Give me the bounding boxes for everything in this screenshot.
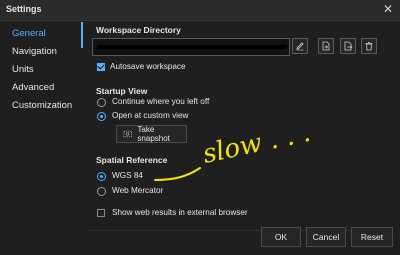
sidebar-item-customization[interactable]: Customization <box>12 100 72 111</box>
reset-button[interactable]: Reset <box>351 227 393 247</box>
sidebar: General Navigation Units Advanced Custom… <box>0 21 82 231</box>
delete-workspace-button[interactable] <box>361 38 377 54</box>
workspace-directory-title: Workspace Directory <box>96 25 181 35</box>
ok-button[interactable]: OK <box>261 227 301 247</box>
sidebar-item-general[interactable]: General <box>12 28 46 39</box>
web-mercator-radio[interactable] <box>97 187 106 196</box>
workspace-path-field[interactable] <box>92 38 290 56</box>
trash-icon <box>365 42 373 51</box>
take-snapshot-label: Take snapshot <box>137 125 170 143</box>
wgs84-radio[interactable] <box>97 172 106 181</box>
cancel-button[interactable]: Cancel <box>306 227 346 247</box>
sidebar-item-units[interactable]: Units <box>12 64 34 75</box>
startup-continue-radio[interactable] <box>97 98 106 107</box>
window-title: Settings <box>6 4 42 14</box>
underline-stroke <box>154 167 201 181</box>
export-icon <box>344 41 353 51</box>
open-workspace-button[interactable] <box>318 38 334 54</box>
startup-custom-radio[interactable] <box>97 112 106 121</box>
autosave-label: Autosave workspace <box>110 62 186 71</box>
sidebar-item-advanced[interactable]: Advanced <box>12 82 54 93</box>
startup-continue-label: Continue where you left off <box>112 97 210 106</box>
spatial-reference-title: Spatial Reference <box>96 155 168 165</box>
startup-view-title: Startup View <box>96 86 148 96</box>
handwriting-text: slow . . . <box>200 118 313 170</box>
edit-pencil-icon <box>296 42 304 51</box>
sidebar-item-navigation[interactable]: Navigation <box>12 46 57 57</box>
edit-path-button[interactable] <box>292 38 308 54</box>
footer-divider <box>88 230 393 231</box>
redaction-mark <box>96 45 288 49</box>
web-results-label: Show web results in external browser <box>112 208 248 217</box>
web-mercator-label: Web Mercator <box>112 186 164 195</box>
active-tab-indicator <box>81 22 83 48</box>
startup-custom-label: Open at custom view <box>112 111 189 120</box>
title-bar: Settings ✕ <box>0 0 400 21</box>
close-icon[interactable]: ✕ <box>383 2 393 16</box>
take-snapshot-button[interactable]: Take snapshot <box>116 125 187 143</box>
web-results-checkbox[interactable] <box>97 209 105 217</box>
wgs84-label: WGS 84 <box>112 171 143 180</box>
open-file-icon <box>322 41 330 51</box>
autosave-checkbox[interactable] <box>97 63 105 71</box>
export-workspace-button[interactable] <box>340 38 356 54</box>
camera-icon <box>123 130 132 138</box>
